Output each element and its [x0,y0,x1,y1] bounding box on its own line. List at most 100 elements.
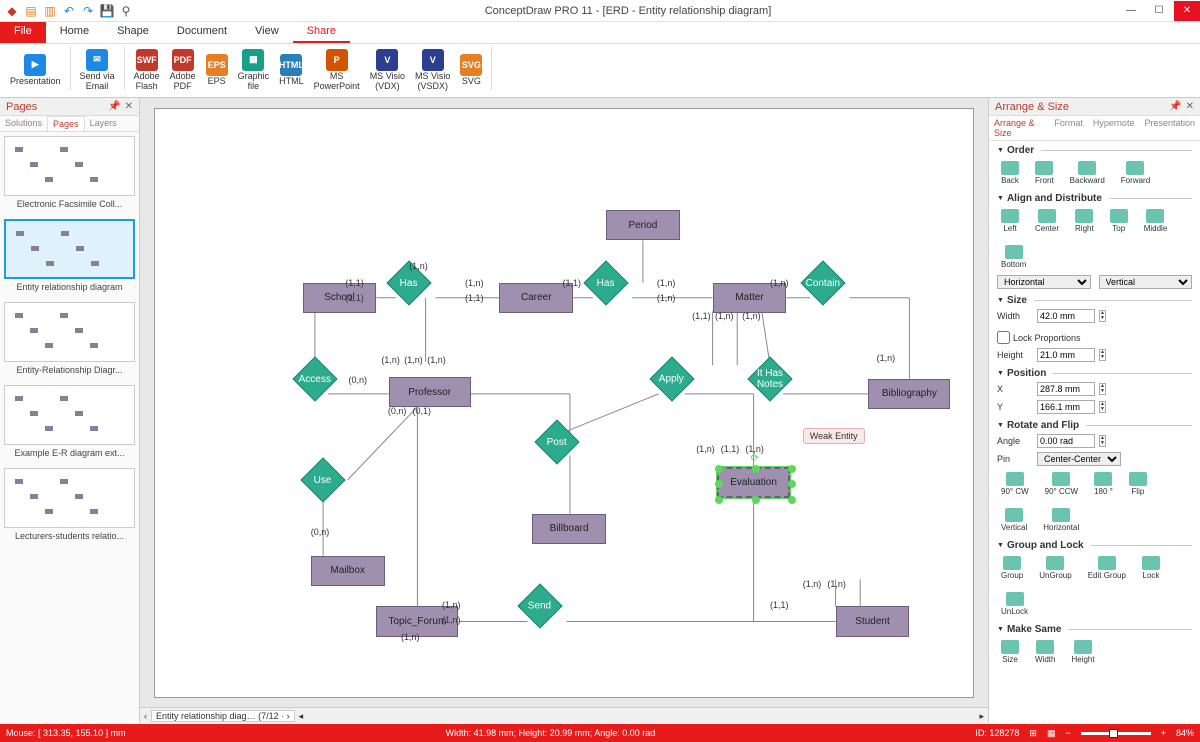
ribbon-tab-shape[interactable]: Shape [103,22,163,43]
group-edit-group-button[interactable]: Edit Group [1084,554,1130,582]
next-page-icon[interactable]: › [287,711,290,721]
open-icon[interactable]: ▥ [42,3,58,19]
ribbon-tab-view[interactable]: View [241,22,293,43]
rotate-180-°-button[interactable]: 180 ° [1090,470,1117,498]
weak-entity-evaluation[interactable]: Evaluation⟳ [717,467,791,497]
canvas-scroll[interactable]: PeriodSchoolCareerMatterBibliographyProf… [140,98,988,707]
entity-period[interactable]: Period [606,210,680,240]
selection-handle[interactable] [715,465,723,473]
selection-handle[interactable] [752,496,760,504]
ribbon-svg[interactable]: SVGSVG [456,46,486,94]
ribbon-eps[interactable]: EPSEPS [202,46,232,94]
makesame-height-button[interactable]: Height [1067,638,1098,666]
zoom-slider[interactable] [1081,732,1151,735]
angle-input[interactable] [1037,434,1095,448]
align-middle-button[interactable]: Middle [1140,207,1172,235]
page-thumbnail[interactable]: Electronic Facsimile Coll... [4,136,135,209]
page-thumbnail[interactable]: Lecturers-students relatio... [4,468,135,541]
x-spinner[interactable]: ▲▼ [1099,383,1106,395]
rotate-section[interactable]: Rotate and Flip [997,420,1192,431]
minimize-button[interactable]: — [1118,1,1144,21]
entity-professor[interactable]: Professor [389,377,471,407]
rotate-vertical-button[interactable]: Vertical [997,506,1031,534]
ribbon-ms-visio-(vsdx)[interactable]: VMS Visio(VSDX) [411,46,454,94]
order-forward-button[interactable]: Forward [1117,159,1154,187]
page-tab[interactable]: Entity relationship diag… (7/12 · › [151,710,295,722]
diagram-canvas[interactable]: PeriodSchoolCareerMatterBibliographyProf… [154,108,974,698]
save-icon[interactable]: 💾 [99,3,115,19]
arrange-tab-hypernote[interactable]: Hypernote [1088,116,1140,140]
close-panel-icon[interactable]: ✕ [1186,101,1194,112]
align-left-button[interactable]: Left [997,207,1023,235]
ribbon-send-via-email[interactable]: ✉Send viaEmail [76,46,119,94]
undo-icon[interactable]: ↶ [61,3,77,19]
zoom-out-icon[interactable]: − [1065,728,1070,738]
page-thumbnail[interactable]: Entity relationship diagram [4,219,135,292]
makesame-width-button[interactable]: Width [1031,638,1059,666]
ribbon-adobe-flash[interactable]: SWFAdobeFlash [130,46,164,94]
align-bottom-button[interactable]: Bottom [997,243,1030,271]
group-unlock-button[interactable]: UnLock [997,590,1032,618]
pin-select[interactable]: Center-Center [1037,452,1121,466]
group-group-button[interactable]: Group [997,554,1027,582]
ribbon-html[interactable]: HTMLHTML [275,46,308,94]
ribbon-tab-document[interactable]: Document [163,22,241,43]
order-section[interactable]: Order [997,145,1192,156]
entity-bibliography[interactable]: Bibliography [868,379,950,409]
size-section[interactable]: Size [997,295,1192,306]
new-icon[interactable]: ▤ [23,3,39,19]
entity-billboard[interactable]: Billboard [532,514,606,544]
vertical-distribute-select[interactable]: Vertical [1099,275,1193,289]
redo-icon[interactable]: ↷ [80,3,96,19]
page-thumbnail[interactable]: Example E-R diagram ext... [4,385,135,458]
rotate-90°-ccw-button[interactable]: 90° CCW [1041,470,1082,498]
arrange-tab-presentation[interactable]: Presentation [1139,116,1200,140]
maximize-button[interactable]: ☐ [1146,1,1172,21]
ribbon-ms-powerpoint[interactable]: PMSPowerPoint [310,46,364,94]
rotate-horizontal-button[interactable]: Horizontal [1039,506,1083,534]
scroll-left-icon[interactable]: ‹ [144,711,147,721]
scroll-right-icon[interactable]: ◂ [299,711,304,722]
entity-mailbox[interactable]: Mailbox [311,556,385,586]
width-input[interactable] [1037,309,1095,323]
selection-handle[interactable] [715,496,723,504]
rotate-90°-cw-button[interactable]: 90° CW [997,470,1033,498]
pages-tab-solutions[interactable]: Solutions [0,116,47,131]
ribbon-tab-home[interactable]: Home [46,22,103,43]
makesame-size-button[interactable]: Size [997,638,1023,666]
ribbon-presentation[interactable]: ▶Presentation [6,46,65,94]
y-input[interactable] [1037,400,1095,414]
pages-tab-pages[interactable]: Pages [47,116,85,131]
group-ungroup-button[interactable]: UnGroup [1035,554,1075,582]
selection-handle[interactable] [715,480,723,488]
group-lock-button[interactable]: Lock [1138,554,1164,582]
pages-tab-layers[interactable]: Layers [85,116,122,131]
rotate-flip-button[interactable]: Flip [1125,470,1151,498]
scroll-bar-horizontal[interactable]: ▸ [979,711,984,722]
ribbon-tab-share[interactable]: Share [293,22,350,43]
ribbon-ms-visio-(vdx)[interactable]: VMS Visio(VDX) [366,46,409,94]
height-input[interactable] [1037,348,1095,362]
print-icon[interactable]: ⚲ [118,3,134,19]
order-front-button[interactable]: Front [1031,159,1058,187]
zoom-in-icon[interactable]: + [1161,728,1166,738]
entity-school[interactable]: School [303,283,377,313]
order-back-button[interactable]: Back [997,159,1023,187]
align-center-button[interactable]: Center [1031,207,1063,235]
arrange-tab-arrange-&-size[interactable]: Arrange & Size [989,116,1049,140]
align-right-button[interactable]: Right [1071,207,1098,235]
align-section[interactable]: Align and Distribute [997,193,1192,204]
angle-spinner[interactable]: ▲▼ [1099,435,1106,447]
pin-icon[interactable]: 📌 [108,101,120,112]
y-spinner[interactable]: ▲▼ [1099,401,1106,413]
ribbon-graphic-file[interactable]: ▦Graphicfile [234,46,274,94]
entity-student[interactable]: Student [836,606,910,636]
close-panel-icon[interactable]: ✕ [125,101,133,112]
grid-icon[interactable]: ▦ [1047,728,1056,739]
order-backward-button[interactable]: Backward [1066,159,1109,187]
rotate-handle[interactable]: ⟳ [751,453,759,464]
align-top-button[interactable]: Top [1106,207,1132,235]
height-spinner[interactable]: ▲▼ [1099,349,1106,361]
horizontal-distribute-select[interactable]: Horizontal [997,275,1091,289]
lock-proportions-checkbox[interactable]: Lock Proportions [997,331,1081,344]
